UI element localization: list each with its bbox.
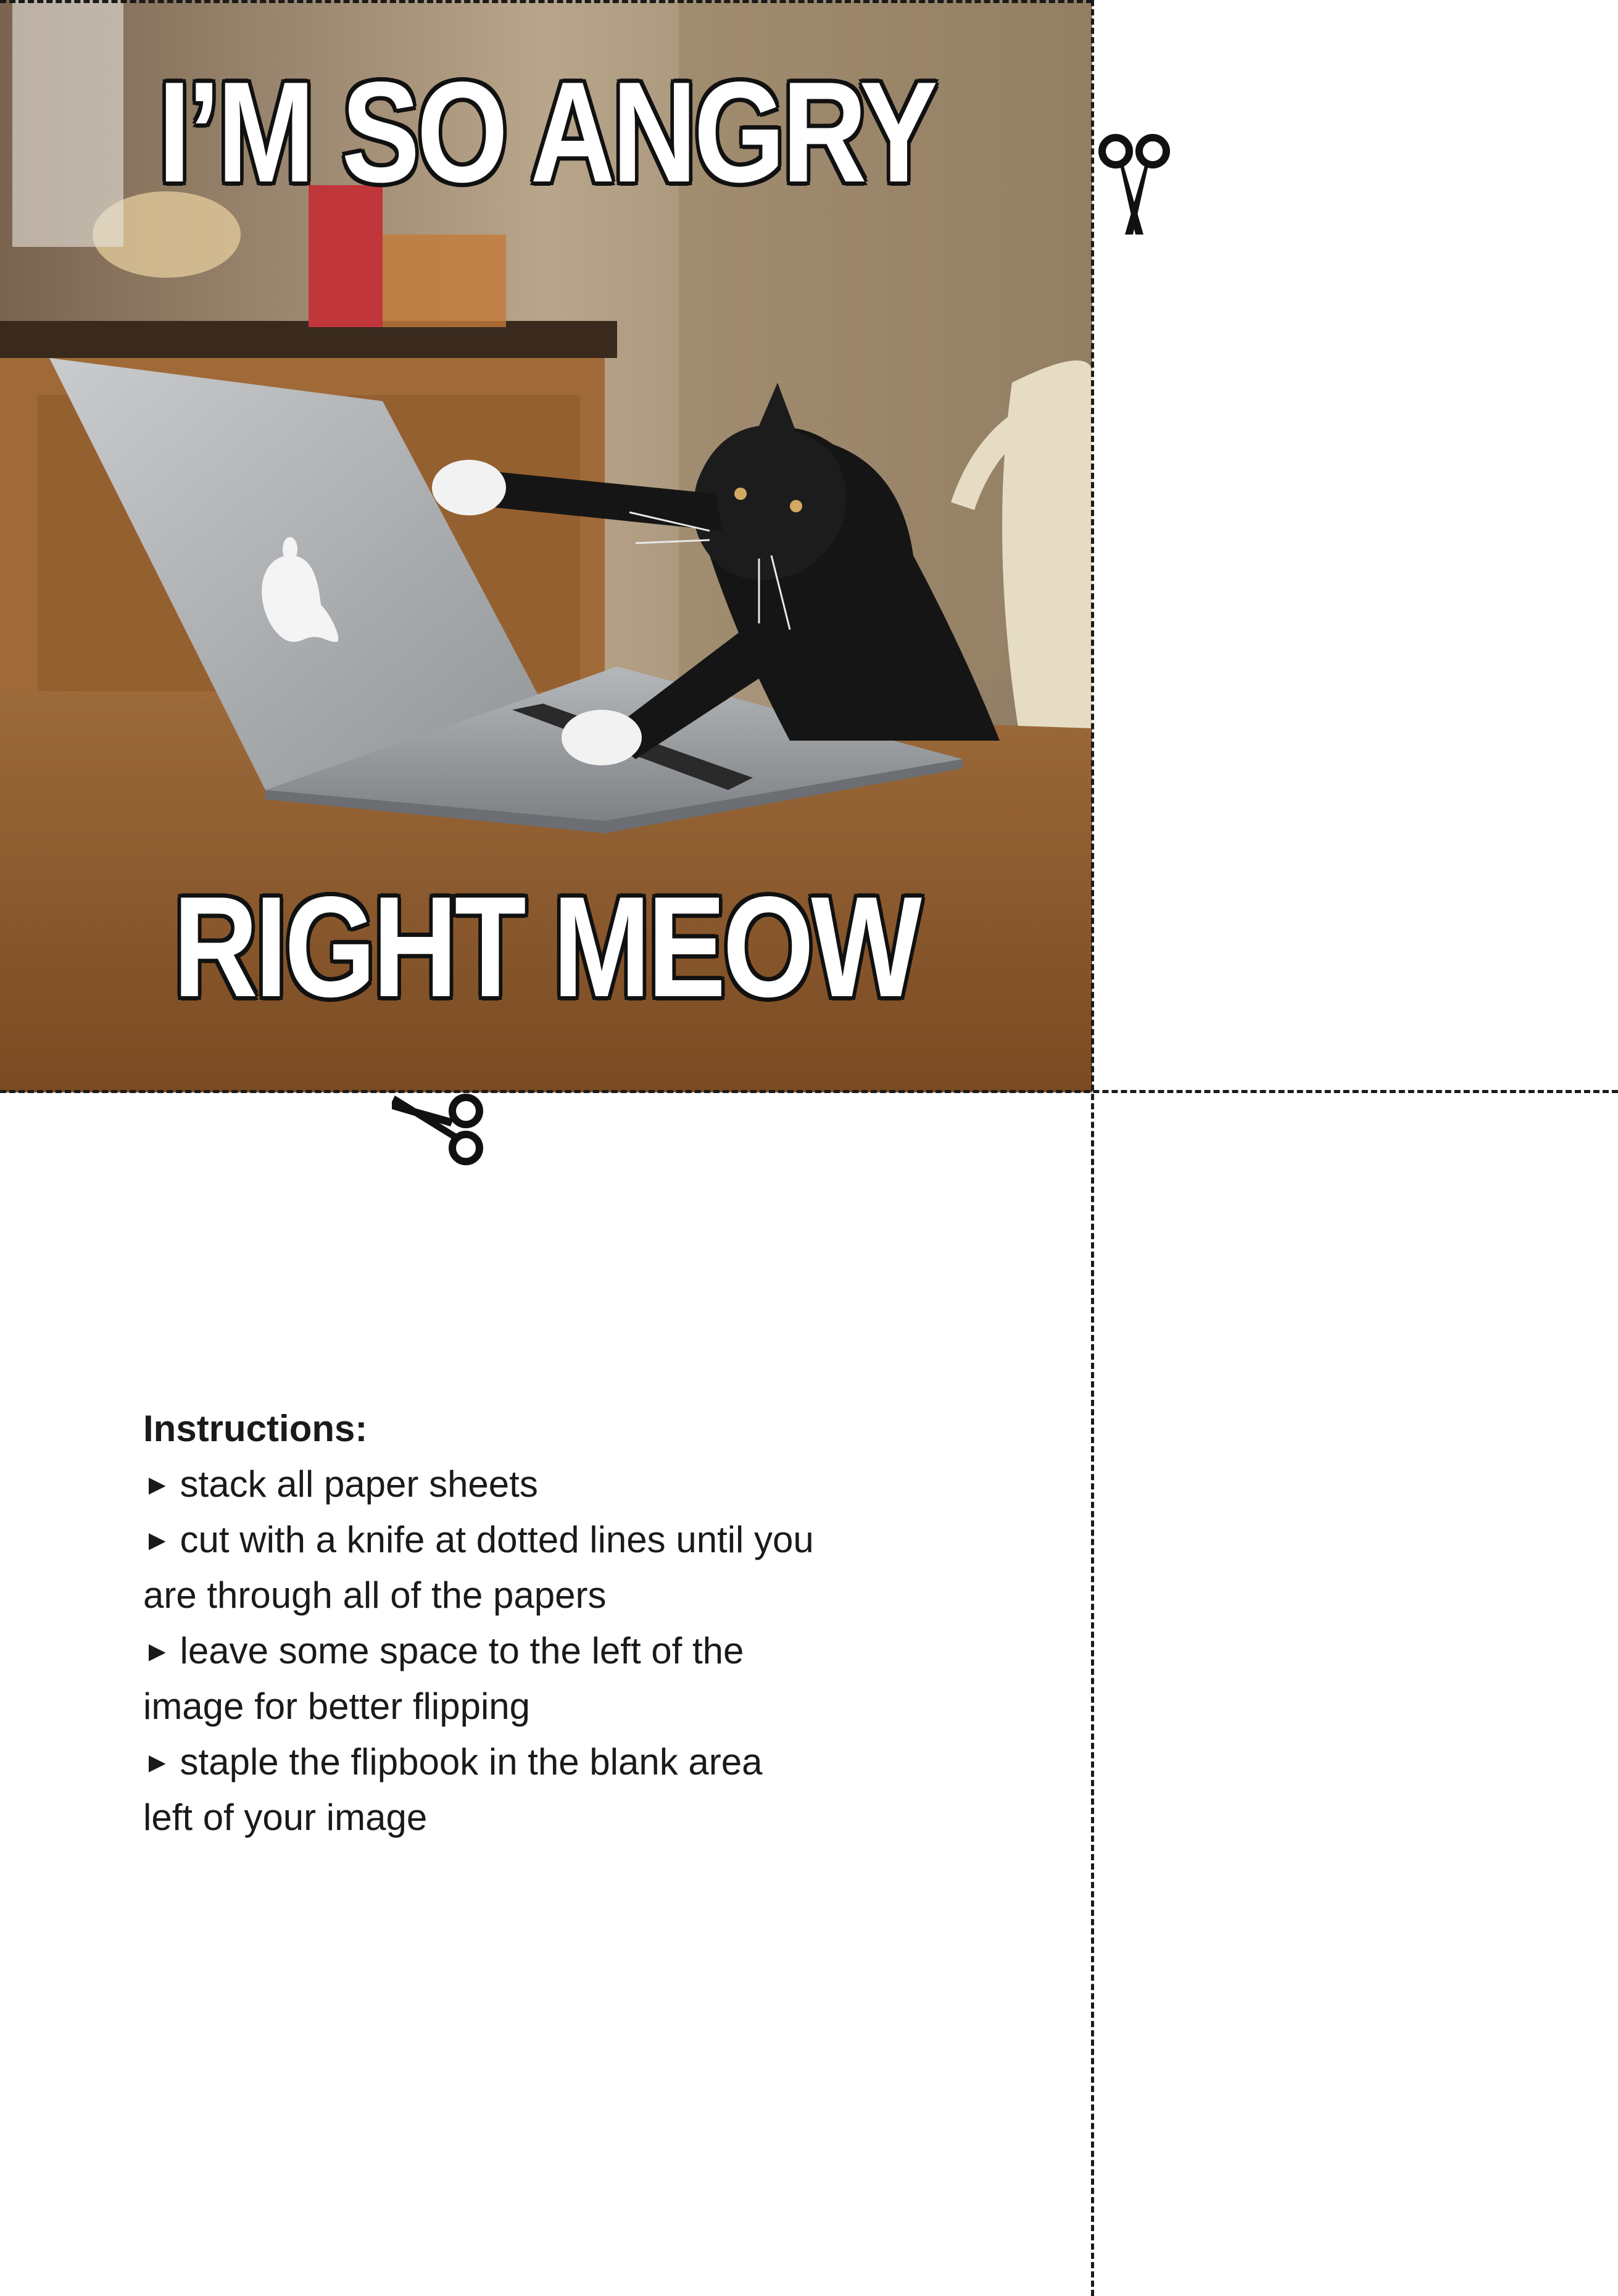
- meme-image: I’M SO ANGRY RIGHT MEOW: [0, 0, 1092, 1092]
- bullet-arrow-icon: ►: [143, 1524, 172, 1556]
- list-item: ► leave some space to the left of the ima…: [143, 1623, 822, 1734]
- instructions-heading: Instructions:: [143, 1408, 368, 1449]
- instructions-block: Instructions: ► stack all paper sheets ► c…: [143, 1401, 822, 1845]
- bullet-arrow-icon: ►: [143, 1635, 172, 1667]
- scissors-icon: [392, 1094, 483, 1165]
- meme-bottom-caption: RIGHT MEOW: [173, 867, 922, 1027]
- list-item: ► stack all paper sheets: [143, 1457, 822, 1512]
- list-item: ► cut with a knife at dotted lines until …: [143, 1512, 822, 1623]
- bullet-arrow-icon: ►: [143, 1746, 172, 1778]
- scissors-icon: [1098, 134, 1170, 235]
- meme-top-caption: I’M SO ANGRY: [157, 52, 938, 212]
- cut-line-top: [0, 0, 1092, 3]
- cut-line-vertical: [1091, 0, 1094, 2296]
- cut-line-horizontal: [0, 1090, 1618, 1093]
- bullet-arrow-icon: ►: [143, 1468, 172, 1500]
- list-item: ► staple the flipbook in the blank area l…: [143, 1734, 822, 1845]
- instructions-list: ► stack all paper sheets ► cut with a knif…: [143, 1457, 822, 1845]
